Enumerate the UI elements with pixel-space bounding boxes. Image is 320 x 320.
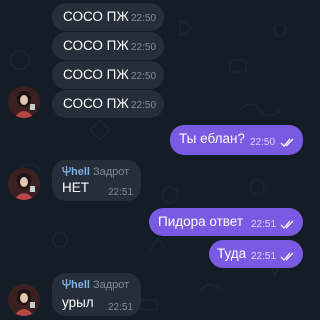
outgoing-message-bubble[interactable]: Ты еблан? 22:50	[170, 125, 303, 155]
message-text: СОСО ПЖ	[63, 38, 129, 53]
outgoing-message-bubble[interactable]: Пидора ответ 22:51	[149, 208, 303, 236]
avatar-image	[8, 86, 40, 118]
sender-rank: Задрот	[92, 279, 130, 291]
message-text: урыл	[62, 295, 94, 310]
message-time: 22:51	[251, 251, 277, 262]
double-check-icon	[280, 220, 294, 229]
message-text: Пидора ответ	[158, 214, 244, 229]
avatar-image	[8, 168, 40, 200]
sender-rank: Задрот	[92, 166, 130, 178]
message-text: СОСО ПЖ	[63, 96, 129, 111]
incoming-message-bubble[interactable]: СОСО ПЖ 22:50	[52, 32, 164, 60]
outgoing-message-bubble[interactable]: Туда 22:51	[209, 240, 303, 268]
message-text: СОСО ПЖ	[63, 9, 129, 24]
incoming-message-bubble[interactable]: СОСО ПЖ 22:50	[52, 90, 164, 118]
sender-header: hell Задрот	[62, 165, 129, 179]
double-check-icon	[280, 252, 294, 261]
message-time: 22:51	[108, 187, 134, 198]
incoming-message-bubble[interactable]: hell Задрот урыл 22:51	[52, 273, 141, 316]
sender-avatar[interactable]	[8, 86, 40, 118]
trident-icon	[62, 166, 71, 176]
sender-avatar[interactable]	[8, 168, 40, 200]
message-time: 22:50	[250, 137, 276, 148]
sender-header: hell Задрот	[62, 278, 129, 292]
incoming-message-bubble[interactable]: СОСО ПЖ 22:50	[52, 61, 164, 89]
message-time: 22:50	[131, 13, 157, 24]
sender-name[interactable]: hell	[71, 166, 90, 178]
sender-name[interactable]: hell	[71, 279, 90, 291]
message-text: НЕТ	[62, 180, 89, 195]
double-check-icon	[280, 138, 294, 147]
message-time: 22:51	[108, 302, 134, 313]
message-time: 22:51	[251, 219, 277, 230]
avatar-image	[8, 284, 40, 316]
message-text: Ты еблан?	[179, 131, 245, 146]
trident-icon	[62, 279, 71, 289]
message-text: Туда	[217, 246, 247, 261]
sender-avatar[interactable]	[8, 284, 40, 316]
message-time: 22:50	[131, 42, 157, 53]
message-time: 22:50	[131, 71, 157, 82]
incoming-message-bubble[interactable]: hell Задрот НЕТ 22:51	[52, 160, 141, 201]
message-text: СОСО ПЖ	[63, 67, 129, 82]
incoming-message-bubble[interactable]: СОСО ПЖ 22:50	[52, 3, 164, 31]
message-time: 22:50	[131, 100, 157, 111]
